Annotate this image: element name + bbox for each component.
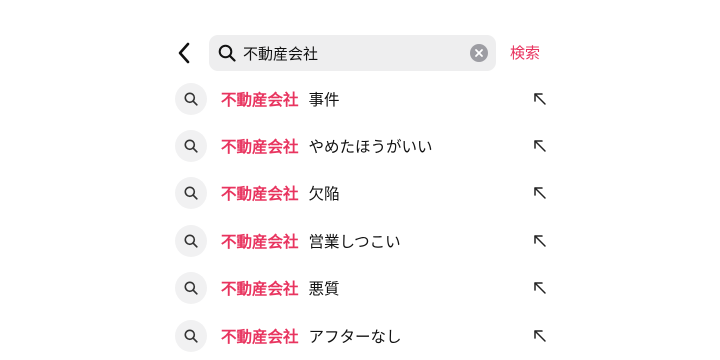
- suggestion-rest: 欠陥: [308, 185, 340, 204]
- suggestion-search-icon: [175, 177, 207, 210]
- fill-suggestion-button[interactable]: [530, 183, 550, 203]
- suggestion-text: 不動産会社 悪質: [221, 277, 340, 299]
- suggestion-search-icon: [175, 82, 207, 115]
- back-button[interactable]: [170, 35, 198, 71]
- clear-icon: [475, 49, 483, 57]
- search-icon: [184, 186, 198, 201]
- suggestion-text: 不動産会社 営業しつこい: [221, 230, 401, 252]
- search-field[interactable]: [209, 35, 496, 71]
- suggestion-text: 不動産会社 事件: [221, 88, 340, 110]
- suggestion-match: 不動産会社: [221, 90, 299, 109]
- suggestion-text: 不動産会社 アフターなし: [221, 325, 402, 347]
- suggestion-rest: 事件: [308, 90, 340, 109]
- suggestion-item[interactable]: 不動産会社 営業しつこい: [175, 217, 550, 264]
- fill-suggestion-button[interactable]: [530, 326, 550, 346]
- search-input[interactable]: [243, 35, 463, 71]
- clear-button[interactable]: [470, 44, 488, 62]
- search-icon: [184, 139, 198, 153]
- arrow-up-left-icon: [534, 187, 546, 200]
- fill-suggestion-button[interactable]: [530, 231, 550, 251]
- search-bar: 検索: [170, 35, 560, 71]
- suggestion-search-icon: [175, 272, 207, 305]
- arrow-up-left-icon: [534, 92, 546, 105]
- search-icon: [218, 44, 236, 62]
- suggestion-text: 不動産会社 欠陥: [221, 182, 340, 204]
- suggestion-match: 不動産会社: [221, 185, 299, 204]
- suggestion-match: 不動産会社: [221, 232, 299, 251]
- fill-suggestion-button[interactable]: [530, 136, 550, 156]
- fill-suggestion-button[interactable]: [530, 278, 550, 298]
- suggestion-match: 不動産会社: [221, 280, 299, 299]
- search-icon: [184, 234, 198, 248]
- search-icon: [184, 329, 198, 343]
- suggestion-rest: 営業しつこい: [308, 232, 401, 251]
- suggestion-item[interactable]: 不動産会社 やめたほうがいい: [175, 122, 550, 169]
- suggestion-search-icon: [175, 130, 207, 163]
- suggestion-item[interactable]: 不動産会社 アフターなし: [175, 312, 550, 359]
- fill-suggestion-button[interactable]: [530, 89, 550, 109]
- arrow-up-left-icon: [534, 235, 546, 247]
- search-submit-button[interactable]: 検索: [510, 35, 540, 71]
- suggestion-rest: 悪質: [308, 280, 340, 299]
- search-screen: 検索 不動産会社事件: [0, 0, 720, 360]
- suggestion-rest: アフターなし: [308, 327, 402, 346]
- suggestion-item[interactable]: 不動産会社 欠陥: [175, 170, 550, 217]
- suggestion-match: 不動産会社: [221, 327, 299, 346]
- search-icon: [184, 281, 198, 295]
- arrow-up-left-icon: [534, 140, 546, 152]
- suggestion-item[interactable]: 不動産会社 事件: [175, 75, 550, 122]
- suggestion-text: 不動産会社 やめたほうがいい: [221, 135, 433, 157]
- suggestion-match: 不動産会社: [221, 138, 299, 157]
- suggestion-search-icon: [175, 319, 207, 352]
- arrow-up-left-icon: [534, 329, 546, 342]
- chevron-left-icon: [178, 42, 190, 64]
- suggestion-rest: やめたほうがいい: [308, 138, 433, 157]
- arrow-up-left-icon: [534, 282, 546, 294]
- suggestion-item[interactable]: 不動産会社 悪質: [175, 265, 550, 312]
- suggestion-search-icon: [175, 224, 207, 257]
- suggestion-list: 不動産会社 事件 不動産会社 やめたほうがいい 不動産会社 欠陥 不動産会社 営…: [175, 75, 550, 359]
- search-icon: [184, 92, 198, 106]
